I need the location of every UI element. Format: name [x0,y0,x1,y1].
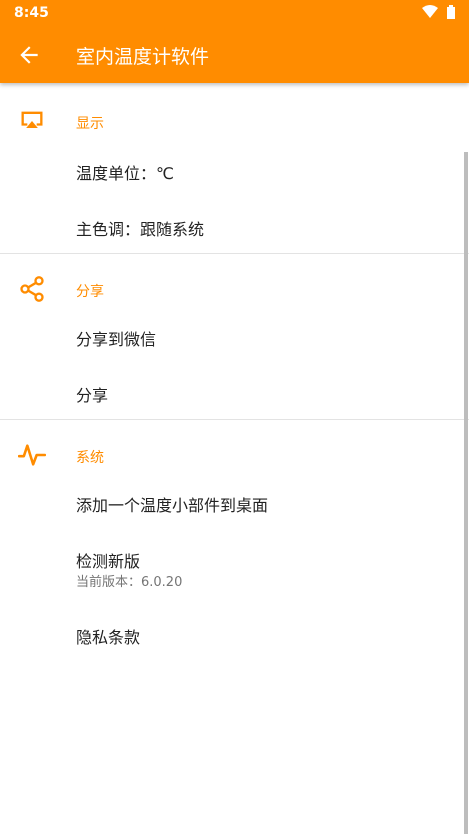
status-time: 8:45 [14,5,49,21]
section-title-display: 显示 [76,116,104,132]
share-wechat-item[interactable]: 分享到微信 [76,326,445,350]
battery-icon [447,5,455,19]
section-title-share: 分享 [76,284,104,300]
add-widget-item[interactable]: 添加一个温度小部件到桌面 [76,492,445,516]
scrollbar[interactable] [464,152,468,834]
back-arrow-icon[interactable] [16,42,42,68]
wifi-icon [422,5,438,18]
version-summary: 当前版本：6.0.20 [76,575,183,590]
share-icon [20,276,44,302]
app-bar: 8:45 室内温度计软件 [0,0,469,83]
pulse-icon [18,444,46,466]
divider [0,253,469,254]
check-update-item[interactable]: 检测新版 [76,548,445,572]
page-title: 室内温度计软件 [76,46,210,68]
cast-screen-icon [21,111,43,128]
divider [0,419,469,420]
section-title-system: 系统 [76,450,104,466]
theme-color-item[interactable]: 主色调：跟随系统 [76,216,445,240]
status-icons [421,5,455,19]
privacy-policy-item[interactable]: 隐私条款 [76,624,445,648]
temperature-unit-item[interactable]: 温度单位：℃ [76,160,445,184]
share-item[interactable]: 分享 [76,382,445,406]
